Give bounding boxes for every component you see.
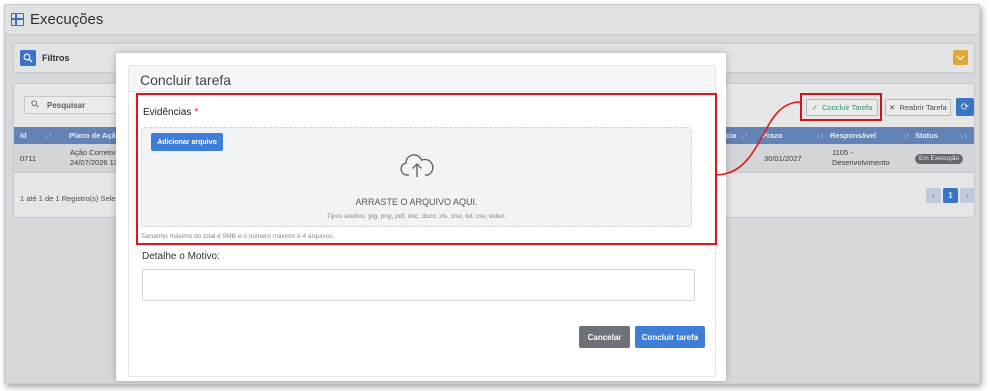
- add-file-button[interactable]: Adicionar arquivo: [151, 133, 223, 151]
- concluir-tarefa-modal: Concluir tarefa Evidências * Adicionar ar…: [116, 53, 726, 381]
- app-window: Execuções Filtros ✓ Concluir Tarefa ✕ Re…: [4, 4, 980, 384]
- drop-instructions: ARRASTE O ARQUIVO AQUI.: [355, 197, 478, 207]
- cloud-upload-icon: [400, 152, 434, 185]
- modal-header: Concluir tarefa: [129, 66, 715, 92]
- modal-title: Concluir tarefa: [140, 72, 232, 88]
- evidencias-label: Evidências *: [143, 107, 198, 118]
- evidencias-label-text: Evidências: [143, 107, 192, 118]
- cancel-button[interactable]: Cancelar: [579, 326, 630, 348]
- file-dropzone[interactable]: Adicionar arquivo ARRASTE O ARQUIVO AQUI…: [141, 127, 692, 227]
- accepted-types: Tipos aceitos: jpg, png, pdf, doc, docx,…: [326, 213, 507, 220]
- required-mark: *: [194, 107, 199, 118]
- motivo-label: Detalhe o Motivo:: [142, 251, 220, 262]
- concluir-tarefa-confirm-button[interactable]: Concluir tarefa: [635, 326, 705, 348]
- size-limit-note: Tamanho máximo do total é 5MB e o número…: [141, 233, 335, 240]
- evidencias-section: Evidências * Adicionar arquivo ARRASTE O …: [136, 93, 717, 245]
- motivo-textarea[interactable]: [142, 269, 695, 301]
